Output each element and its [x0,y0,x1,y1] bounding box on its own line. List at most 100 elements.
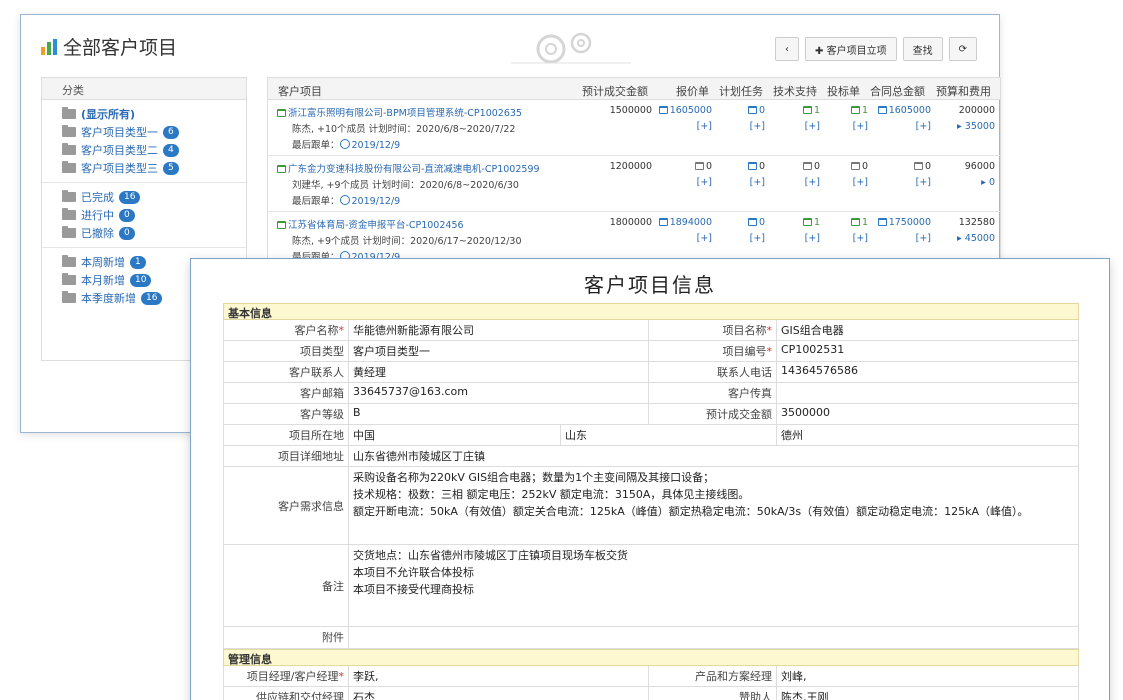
tech-count[interactable]: 1 [786,105,820,116]
add-project-button[interactable]: ✚ 客户项目立项 [805,37,897,61]
budget-expense-link[interactable]: ▸ 35000 [943,121,995,132]
last-follow-label: 最后跟单： [292,140,340,151]
project-name[interactable]: 浙江富乐照明有限公司-BPM项目管理系统-CP1002635 [288,108,522,119]
calendar-icon [658,218,668,226]
find-button[interactable]: 查找 [902,37,943,61]
bid-add-link[interactable]: [+] [838,233,868,244]
col-quote[interactable]: 报价单 [676,83,709,99]
contract-amount[interactable]: 0 [874,161,931,172]
plan-add-link[interactable]: [+] [733,121,765,132]
contract-add-link[interactable]: [+] [874,177,931,188]
contract-add-link[interactable]: [+] [874,233,931,244]
required-mark: * [766,345,773,358]
form-row: 客户等级 B 预计成交金额 3500000 [223,404,1079,425]
form-row: 客户邮箱 33645737@163.com 客户传真 [223,383,1079,404]
refresh-button[interactable]: ⟳ [948,37,977,61]
quote-count[interactable]: 1605000 [654,105,712,116]
col-project[interactable]: 客户项目 [278,83,322,99]
field-label: 客户等级 [224,404,349,424]
contract-value[interactable]: 0 [925,161,931,172]
quote-add-link[interactable]: [+] [654,233,712,244]
quote-value[interactable]: 1605000 [670,105,712,116]
bid-add-link[interactable]: [+] [838,121,868,132]
calendar-icon [802,106,812,114]
contract-amount[interactable]: 1750000 [874,217,931,228]
quote-add-link[interactable]: [+] [654,177,712,188]
sidebar-item-all[interactable]: (显示所有) [62,106,246,122]
plan-count[interactable]: 0 [733,105,765,116]
product-mgr-value: 刘峰, [781,670,807,683]
quote-add-link[interactable]: [+] [654,121,712,132]
plan-value[interactable]: 0 [759,217,765,228]
last-follow-date[interactable]: 2019/12/9 [352,196,401,207]
tech-value[interactable]: 1 [814,217,820,228]
col-contract[interactable]: 合同总金额 [870,83,925,99]
col-plan[interactable]: 计划任务 [719,83,763,99]
budget-expense-link[interactable]: ▸ 0 [943,177,995,188]
sidebar-item-label: 客户项目类型一 [81,126,158,139]
col-bid[interactable]: 投标单 [827,83,860,99]
bid-count[interactable]: 1 [838,217,868,228]
form-row: 客户需求信息 采购设备名称为220kV GIS组合电器；数量为1个主变间隔及其接… [223,467,1079,545]
form-row: 项目类型 客户项目类型一 项目编号* CP1002531 [223,341,1079,362]
plan-add-link[interactable]: [+] [733,233,765,244]
plan-value[interactable]: 0 [759,105,765,116]
sidebar-item-type2[interactable]: 客户项目类型二 4 [62,142,246,158]
project-link[interactable]: 浙江富乐照明有限公司-BPM项目管理系统-CP1002635 [277,105,522,119]
table-row[interactable]: 浙江富乐照明有限公司-BPM项目管理系统-CP1002635 陈杰, +10个成… [268,100,1000,156]
bid-value[interactable]: 1 [862,217,868,228]
attachment-value[interactable] [349,627,1078,648]
project-name[interactable]: 江苏省体育局-资金申报平台-CP1002456 [288,220,464,231]
project-link[interactable]: 广东金力变速科技股份有限公司-直流减速电机-CP1002599 [277,161,540,175]
table-row[interactable]: 广东金力变速科技股份有限公司-直流减速电机-CP1002599 刘建华, +9个… [268,156,1000,212]
plan-add-link[interactable]: [+] [733,177,765,188]
tech-count[interactable]: 1 [786,217,820,228]
calendar-icon [850,162,860,170]
col-est-amount[interactable]: 预计成交金额 [582,83,648,99]
prev-button[interactable]: ‹ [775,37,800,61]
tech-add-link[interactable]: [+] [786,233,820,244]
sidebar-item-in-progress[interactable]: 进行中 0 [62,207,246,223]
contract-amount[interactable]: 1605000 [874,105,931,116]
tech-count[interactable]: 0 [786,161,820,172]
bid-value[interactable]: 0 [862,161,868,172]
folder-icon [62,190,76,202]
budget-expense-link[interactable]: ▸ 45000 [943,233,995,244]
contract-value[interactable]: 1750000 [889,217,931,228]
tech-add-link[interactable]: [+] [786,177,820,188]
budget-amount: 132580 [958,217,995,228]
form-row: 项目详细地址 山东省德州市陵城区丁庄镇 [223,446,1079,467]
quote-count[interactable]: 0 [654,161,712,172]
quote-count[interactable]: 1894000 [654,217,712,228]
sidebar-item-removed[interactable]: 已撤除 0 [62,225,246,241]
tech-add-link[interactable]: [+] [786,121,820,132]
sidebar-item-completed[interactable]: 已完成 16 [62,189,246,205]
plan-count[interactable]: 0 [733,217,765,228]
plan-value[interactable]: 0 [759,161,765,172]
quote-value[interactable]: 1894000 [670,217,712,228]
count-badge: 1 [130,255,146,269]
bid-count[interactable]: 0 [838,161,868,172]
contract-value[interactable]: 1605000 [889,105,931,116]
plan-count[interactable]: 0 [733,161,765,172]
contact-value: 黄经理 [349,362,649,382]
last-follow-date[interactable]: 2019/12/9 [352,140,401,151]
sidebar-item-label: 本月新增 [81,274,125,287]
contract-add-link[interactable]: [+] [874,121,931,132]
bid-value[interactable]: 1 [862,105,868,116]
col-budget[interactable]: 预算和费用 [936,83,991,99]
tech-value[interactable]: 0 [814,161,820,172]
calendar-icon [277,165,286,173]
sidebar-item-type3[interactable]: 客户项目类型三 5 [62,160,246,176]
section-basic-info: 基本信息 [223,303,1079,320]
project-table: 客户项目 预计成交金额 报价单 计划任务 技术支持 投标单 合同总金额 预算和费… [267,77,1001,277]
project-link[interactable]: 江苏省体育局-资金申报平台-CP1002456 [277,217,464,231]
project-name[interactable]: 广东金力变速科技股份有限公司-直流减速电机-CP1002599 [288,164,540,175]
tech-value[interactable]: 1 [814,105,820,116]
count-badge: 0 [119,208,135,222]
quote-value[interactable]: 0 [706,161,712,172]
bid-count[interactable]: 1 [838,105,868,116]
sidebar-item-type1[interactable]: 客户项目类型一 6 [62,124,246,140]
col-tech[interactable]: 技术支持 [773,83,817,99]
bid-add-link[interactable]: [+] [838,177,868,188]
